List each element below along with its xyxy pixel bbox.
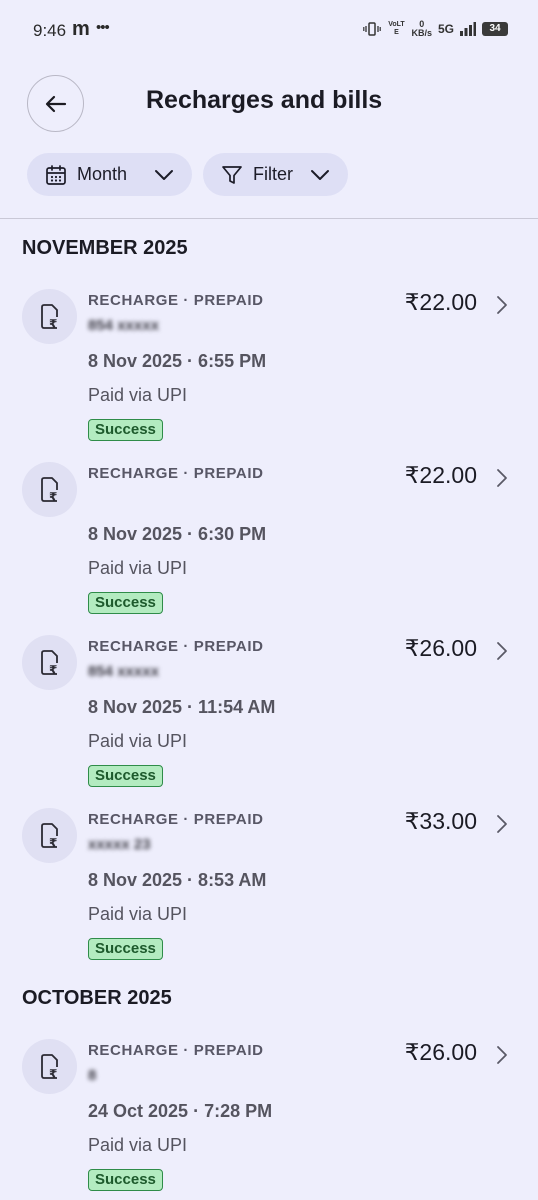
payment-method: Paid via UPI <box>88 904 188 924</box>
chevron-right-icon <box>497 469 507 487</box>
more-notifications-icon: ••• <box>96 19 110 36</box>
svg-text:₹: ₹ <box>49 663 57 676</box>
svg-text:₹: ₹ <box>49 836 57 849</box>
bill-icon: ₹ <box>22 289 77 344</box>
transaction-date: 24 Oct 2025 · 7:28 PM <box>88 1101 273 1121</box>
month-heading: OCTOBER 2025 <box>22 987 172 1009</box>
carrier-icon: m <box>72 18 90 40</box>
bill-icon: ₹ <box>22 1039 77 1094</box>
bill-icon: ₹ <box>22 635 77 690</box>
transaction-date: 8 Nov 2025 · 8:53 AM <box>88 870 267 890</box>
chevron-right-icon <box>497 815 507 833</box>
page-title: Recharges and bills <box>146 86 383 114</box>
transaction-type: RECHARGE · PREPAID <box>88 465 264 482</box>
status-time: 9:46 <box>33 21 67 40</box>
battery-icon: 34 <box>482 22 508 36</box>
status-indicators: VoLTE 0 KB/s 5G 34 <box>363 20 508 38</box>
transaction-type: RECHARGE · PREPAID <box>88 292 264 309</box>
svg-text:₹: ₹ <box>49 317 57 330</box>
chevron-down-icon <box>311 169 329 180</box>
speed-unit: KB/s <box>411 28 432 38</box>
status-bar: 9:46 m ••• VoLTE 0 KB/s 5G 34 <box>0 0 538 62</box>
vibrate-icon <box>363 22 382 36</box>
transaction-type: RECHARGE · PREPAID <box>88 811 264 828</box>
payment-method: Paid via UPI <box>88 731 188 751</box>
transaction-number: xxxxx 23 <box>88 836 151 853</box>
arrow-left-icon <box>45 95 66 112</box>
chevron-down-icon <box>155 169 173 180</box>
bill-icon: ₹ <box>22 462 77 517</box>
transaction-number: 854 xxxxx <box>88 663 159 680</box>
network-type: 5G <box>437 22 454 36</box>
status-badge: Success <box>88 419 163 441</box>
transaction-amount: ₹26.00 <box>404 635 477 661</box>
back-button[interactable] <box>27 75 84 132</box>
transaction-item[interactable]: ₹ RECHARGE · PREPAID 854 xxxxx 8 Nov 202… <box>0 289 538 459</box>
filter-label: Filter <box>253 164 293 184</box>
bill-icon: ₹ <box>22 808 77 863</box>
chevron-right-icon <box>497 1046 507 1064</box>
svg-text:₹: ₹ <box>49 1067 57 1080</box>
transaction-item[interactable]: ₹ RECHARGE · PREPAID 8 24 Oct 2025 · 7:2… <box>0 1039 538 1200</box>
month-filter-chip[interactable]: Month <box>27 153 192 196</box>
signal-icon <box>460 22 476 36</box>
chevron-right-icon <box>497 642 507 660</box>
header-divider <box>0 218 538 219</box>
transaction-type: RECHARGE · PREPAID <box>88 638 264 655</box>
status-badge: Success <box>88 1169 163 1191</box>
month-heading: NOVEMBER 2025 <box>22 237 188 259</box>
payment-method: Paid via UPI <box>88 558 188 578</box>
transaction-amount: ₹22.00 <box>404 462 477 488</box>
network-speed: 0 KB/s <box>411 20 432 38</box>
month-filter-label: Month <box>77 164 128 184</box>
screen: 9:46 m ••• VoLTE 0 KB/s 5G 34 Recharges … <box>0 0 538 1200</box>
calendar-icon <box>46 164 66 185</box>
transaction-amount: ₹33.00 <box>404 808 477 834</box>
transaction-type: RECHARGE · PREPAID <box>88 1042 264 1059</box>
transaction-number: 854 xxxxx <box>88 317 159 334</box>
status-badge: Success <box>88 938 163 960</box>
transaction-number: 8 <box>88 1067 97 1084</box>
status-badge: Success <box>88 765 163 787</box>
filter-chip[interactable]: Filter <box>203 153 348 196</box>
svg-text:₹: ₹ <box>49 490 57 503</box>
payment-method: Paid via UPI <box>88 385 188 405</box>
transaction-item[interactable]: ₹ RECHARGE · PREPAID 8 Nov 2025 · 6:30 P… <box>0 462 538 632</box>
filter-funnel-icon <box>222 165 242 184</box>
transaction-amount: ₹26.00 <box>404 1039 477 1065</box>
transaction-date: 8 Nov 2025 · 6:55 PM <box>88 351 267 371</box>
transaction-item[interactable]: ₹ RECHARGE · PREPAID xxxxx 23 8 Nov 2025… <box>0 808 538 978</box>
volte-indicator: VoLTE <box>388 21 405 36</box>
chevron-right-icon <box>497 296 507 314</box>
payment-method: Paid via UPI <box>88 1135 188 1155</box>
transaction-date: 8 Nov 2025 · 6:30 PM <box>88 524 267 544</box>
transaction-item[interactable]: ₹ RECHARGE · PREPAID 854 xxxxx 8 Nov 202… <box>0 635 538 805</box>
transaction-date: 8 Nov 2025 · 11:54 AM <box>88 697 276 717</box>
status-badge: Success <box>88 592 163 614</box>
transaction-amount: ₹22.00 <box>404 289 477 315</box>
